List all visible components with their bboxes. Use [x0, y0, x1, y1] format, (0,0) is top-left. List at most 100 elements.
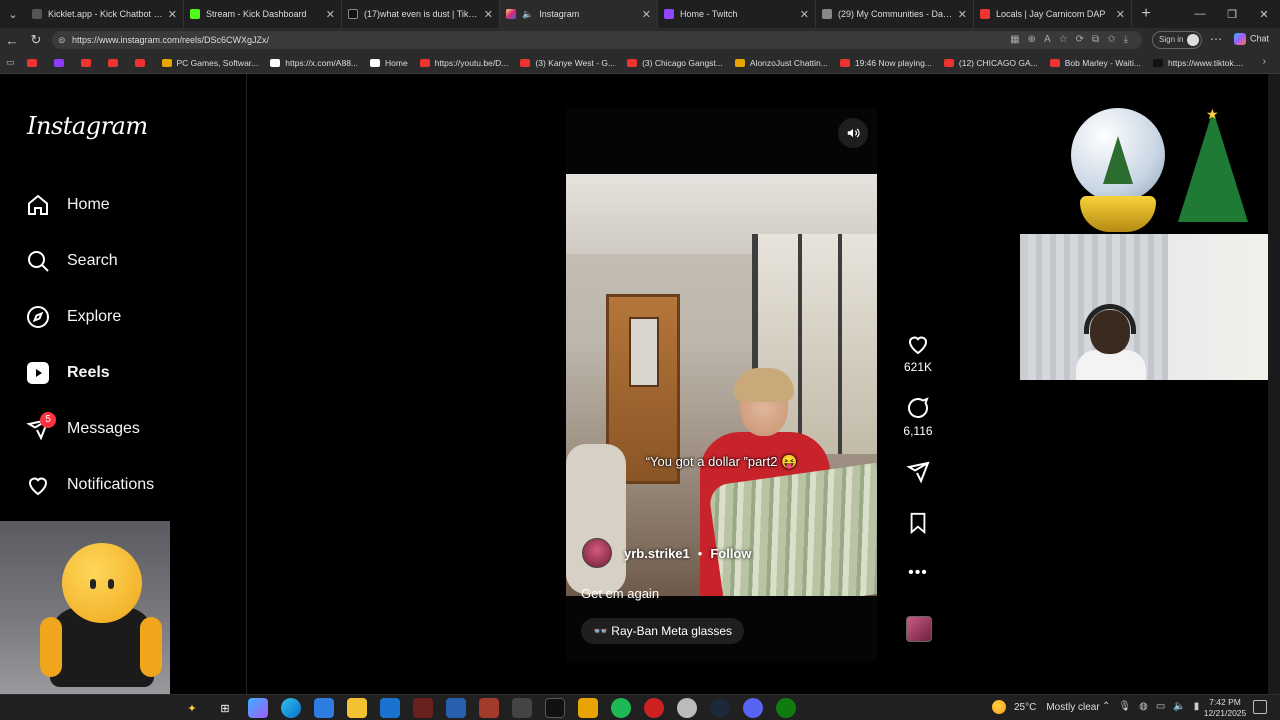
browser-tab[interactable]: (29) My Communities - Dads Aga ✕ [816, 0, 974, 28]
bookmarks-overflow-icon[interactable]: › [1263, 56, 1266, 67]
volume-button[interactable] [838, 118, 868, 148]
more-options-icon[interactable]: ••• [898, 564, 938, 582]
app-icon[interactable] [677, 698, 697, 718]
bookmark-item[interactable]: (12) CHICAGO GA... [943, 58, 1038, 68]
bookmark-item[interactable]: Bob Marley - Waiti... [1049, 58, 1141, 68]
author-avatar[interactable] [582, 538, 612, 568]
close-icon[interactable]: ✕ [168, 8, 177, 21]
sidebar-item-messages[interactable]: 5 Messages [26, 411, 140, 447]
reel-caption[interactable]: Get em again [581, 586, 659, 601]
chevron-up-icon[interactable]: ⌃ [1102, 701, 1110, 712]
network-icon[interactable]: ▭ [1156, 701, 1165, 712]
bookmark-item[interactable]: https://youtu.be/D... [419, 58, 508, 68]
task-view-icon[interactable]: ⊞ [215, 698, 235, 718]
spotify-icon[interactable] [611, 698, 631, 718]
close-icon[interactable]: ✕ [1116, 8, 1125, 21]
close-icon[interactable]: ✕ [958, 8, 967, 21]
app-icon[interactable] [413, 698, 433, 718]
close-icon[interactable]: ✕ [642, 8, 651, 21]
back-icon[interactable]: ← [0, 33, 24, 48]
browser-tab-active[interactable]: 🔈 Instagram ✕ [500, 0, 658, 28]
bookmark-item[interactable] [26, 58, 42, 67]
url-field[interactable]: ⊜ https://www.instagram.com/reels/DSc6CW… [52, 31, 1142, 49]
close-window-icon[interactable]: ✕ [1248, 0, 1280, 28]
comment-button[interactable]: 6,116 [898, 396, 938, 438]
file-explorer-icon[interactable] [347, 698, 367, 718]
browser-tab[interactable]: Stream - Kick Dashboard ✕ [184, 0, 342, 28]
bookmark-item[interactable]: PC Games, Softwar... [161, 58, 258, 68]
bookmark-item[interactable]: https://x.com/A88... [270, 58, 358, 68]
bookmark-item[interactable]: (3) Kanye West - G... [520, 58, 615, 68]
browser-tab[interactable]: Kicklet.app - Kick Chatbot and Ov ✕ [26, 0, 184, 28]
browser-tab[interactable]: Locals | Jay Carnicom DAP ✕ [974, 0, 1132, 28]
tab-list-button[interactable]: ⌄ [0, 0, 26, 28]
extensions-icon[interactable]: ⟳ [1076, 34, 1084, 45]
bookmark-item[interactable]: (3) Chicago Gangst... [627, 58, 723, 68]
close-icon[interactable]: ✕ [484, 8, 493, 21]
app-icon[interactable] [479, 698, 499, 718]
reel-player[interactable]: “You got a dollar ”part2 😝 yrb.strike1 •… [566, 108, 877, 661]
copilot-icon[interactable] [248, 698, 268, 718]
more-icon[interactable]: ⋯ [1210, 32, 1222, 46]
weather-widget[interactable]: 25°C Mostly clear [992, 700, 1100, 714]
new-tab-button[interactable]: + [1132, 5, 1160, 23]
instagram-logo[interactable]: Instagram [27, 112, 148, 140]
audio-thumbnail[interactable] [906, 616, 932, 642]
copilot-chat-button[interactable]: Chat [1234, 33, 1269, 45]
like-button[interactable]: 621K [898, 332, 938, 374]
follow-button[interactable]: Follow [710, 546, 751, 561]
zoom-icon[interactable]: ⊕ [1028, 34, 1036, 45]
sidebar-item-notifications[interactable]: Notifications [26, 467, 154, 503]
site-info-icon[interactable]: ⊜ [58, 31, 66, 49]
app-icon[interactable] [545, 698, 565, 718]
sidebar-item-reels[interactable]: Reels [26, 355, 110, 391]
bookmark-item[interactable]: Home [370, 58, 408, 68]
bookmark-item[interactable]: 19:46 Now playing... [839, 58, 932, 68]
share-button[interactable] [898, 460, 938, 484]
app-icon[interactable]: ▦ [1010, 34, 1019, 45]
bookmarks-folder-icon[interactable]: ▭ [6, 57, 15, 68]
bookmark-item[interactable] [80, 58, 96, 67]
browser-tab[interactable]: Home - Twitch ✕ [658, 0, 816, 28]
bookmark-item[interactable]: AlonzoJust Chattin... [734, 58, 828, 68]
app-tray-icon[interactable]: ◍ [1139, 701, 1148, 712]
sign-in-button[interactable]: Sign in [1152, 31, 1203, 49]
steam-icon[interactable] [710, 698, 730, 718]
app-icon[interactable] [512, 698, 532, 718]
restore-icon[interactable]: ❐ [1216, 0, 1248, 28]
xbox-icon[interactable] [776, 698, 796, 718]
widgets-icon[interactable]: ✦ [182, 698, 202, 718]
bookmark-item[interactable]: https://www.tiktok.... [1152, 58, 1243, 68]
product-tag[interactable]: 👓 Ray-Ban Meta glasses [581, 618, 744, 644]
app-icon[interactable] [644, 698, 664, 718]
app-icon[interactable] [578, 698, 598, 718]
volume-icon[interactable]: 🔈 [1173, 701, 1185, 712]
sidebar-item-search[interactable]: Search [26, 243, 118, 279]
microphone-icon[interactable]: 🎙 [1118, 701, 1131, 712]
reel-video-frame[interactable] [566, 174, 877, 596]
close-icon[interactable]: ✕ [326, 8, 335, 21]
sidebar-item-home[interactable]: Home [26, 187, 110, 223]
store-icon[interactable] [314, 698, 334, 718]
discord-icon[interactable] [743, 698, 763, 718]
split-screen-icon[interactable]: ⧉ [1092, 34, 1099, 45]
bookmark-item[interactable] [53, 58, 69, 67]
downloads-icon[interactable]: ⤓ [1124, 34, 1128, 45]
favorite-star-icon[interactable]: ☆ [1059, 34, 1068, 45]
minimize-icon[interactable]: — [1184, 0, 1216, 28]
sidebar-item-explore[interactable]: Explore [26, 299, 121, 335]
browser-tab[interactable]: (17)what even is dust | TikTok ✕ [342, 0, 500, 28]
favorites-icon[interactable]: ✩ [1107, 34, 1115, 45]
refresh-icon[interactable]: ↻ [24, 32, 48, 48]
outlook-icon[interactable] [380, 698, 400, 718]
speaker-icon[interactable]: 🔈 [522, 9, 533, 20]
read-aloud-icon[interactable]: A [1044, 34, 1051, 45]
app-icon[interactable] [446, 698, 466, 718]
taskbar-clock[interactable]: 7:42 PM 12/21/2025 [1196, 697, 1254, 719]
save-button[interactable] [898, 512, 938, 534]
notifications-icon[interactable] [1253, 700, 1267, 714]
close-icon[interactable]: ✕ [800, 8, 809, 21]
bookmark-item[interactable] [107, 58, 123, 67]
page-scrollbar[interactable] [1268, 74, 1280, 694]
bookmark-item[interactable] [134, 58, 150, 67]
